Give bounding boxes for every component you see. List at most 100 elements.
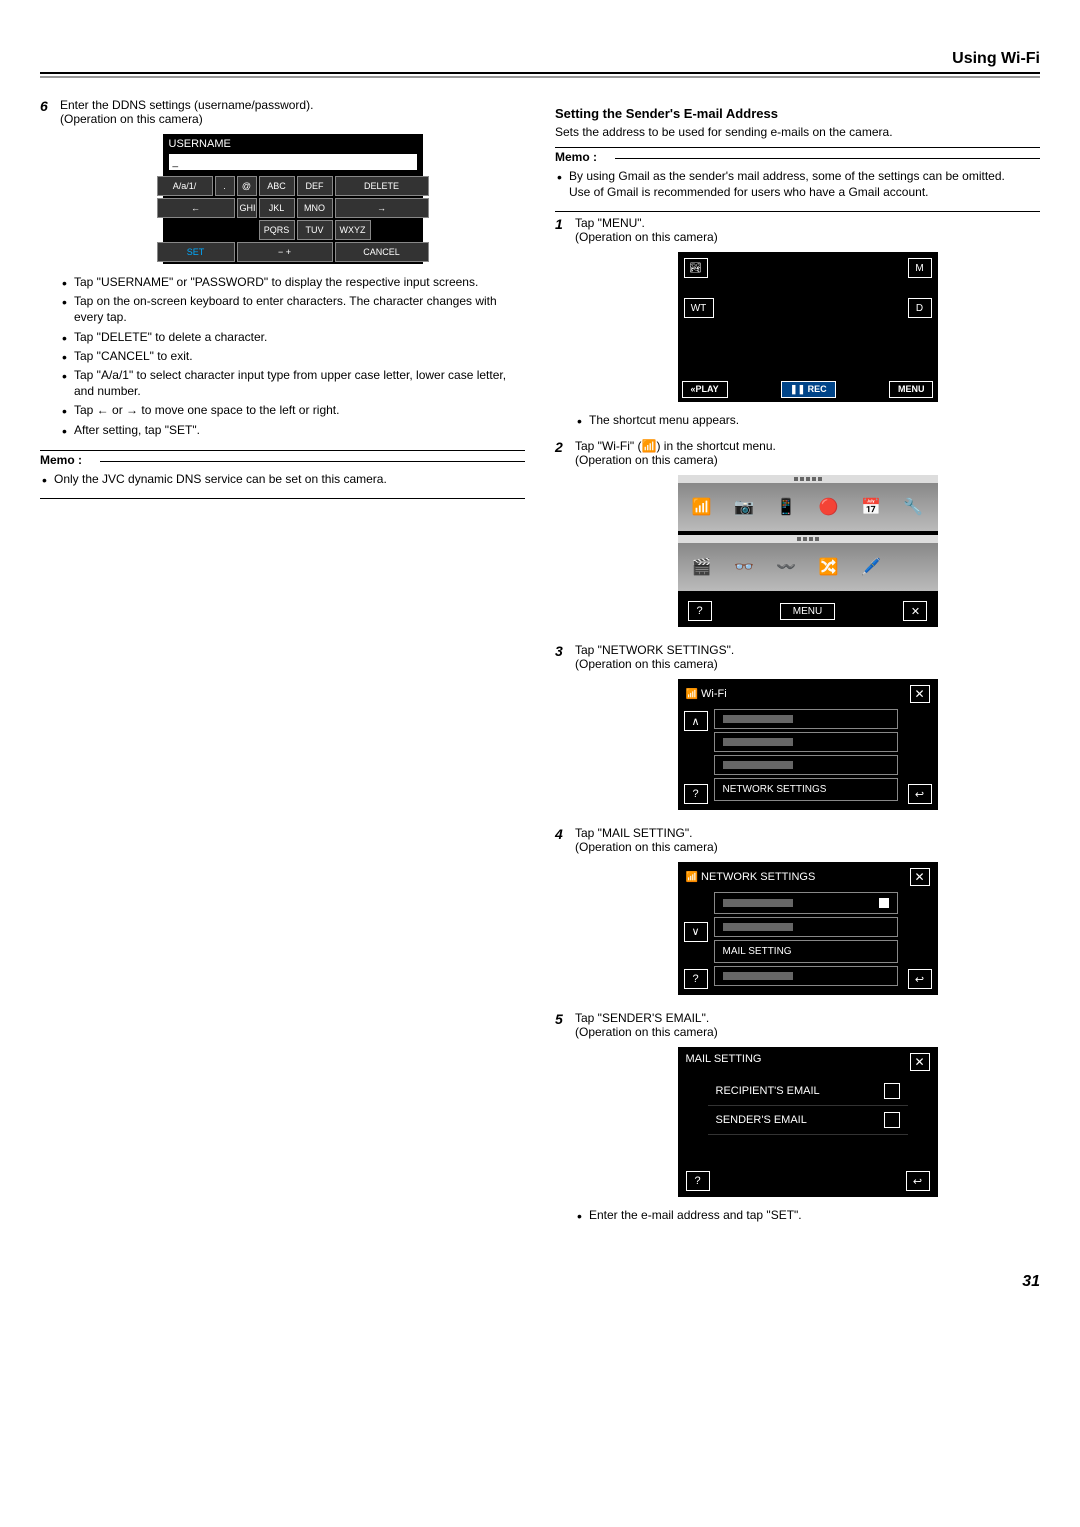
wifi-icon [686, 871, 698, 883]
step-subtext: (Operation on this camera) [575, 453, 1040, 467]
shortcut-icon[interactable]: 📷 [724, 487, 764, 527]
list-item[interactable] [714, 917, 898, 937]
wt-button[interactable]: WT [684, 298, 714, 318]
bullet-item: Tap "CANCEL" to exit. [74, 348, 525, 364]
shortcut-icon[interactable]: 📱 [766, 487, 806, 527]
play-button[interactable]: «PLAY [682, 381, 728, 398]
mail-setting-item[interactable]: MAIL SETTING [714, 940, 898, 963]
network-settings-item[interactable]: NETWORK SETTINGS [714, 778, 898, 801]
back-icon[interactable]: ↩ [906, 1171, 930, 1191]
kb-sym-button[interactable]: − + [237, 242, 333, 262]
step-text: Tap "NETWORK SETTINGS". [575, 643, 1040, 657]
list-item[interactable] [714, 966, 898, 986]
bullet-item: Enter the e-mail address and tap "SET". [589, 1207, 1040, 1223]
bullet-item: Tap "DELETE" to delete a character. [74, 329, 525, 345]
memo-heading: Memo : [555, 147, 1040, 164]
close-icon[interactable]: ✕ [910, 868, 930, 886]
close-icon[interactable]: ✕ [910, 685, 930, 703]
camera-main-screen: 🏞 M WT D «PLAY ❚❚ REC MENU [678, 252, 938, 402]
step-number: 3 [555, 643, 575, 820]
shortcut-icon[interactable]: 🔧 [893, 487, 933, 527]
back-icon[interactable]: ↩ [908, 784, 932, 804]
close-icon[interactable]: ✕ [903, 601, 927, 621]
kb-mode-button[interactable]: A/a/1/ [157, 176, 213, 196]
network-settings-screen: NETWORK SETTINGS ✕ ∨ ? MAIL SETTING [678, 862, 938, 995]
down-icon[interactable]: ∨ [684, 922, 708, 942]
bullet-item: Tap on the on-screen keyboard to enter c… [74, 293, 525, 325]
keyboard-title: USERNAME [163, 134, 423, 152]
step-number: 1 [555, 216, 575, 432]
kb-pqrs-button[interactable]: PQRS [259, 220, 295, 240]
step-subtext: (Operation on this camera) [575, 1025, 1040, 1039]
step-text: Tap "MENU". [575, 216, 1040, 230]
step-subtext: (Operation on this camera) [60, 112, 525, 126]
bullet-item: Tap ← or → to move one space to the left… [74, 402, 525, 418]
list-item[interactable] [714, 892, 898, 914]
memo-bullet: Only the JVC dynamic DNS service can be … [54, 471, 525, 487]
kb-abc-button[interactable]: ABC [259, 176, 295, 196]
kb-at-button[interactable]: @ [237, 176, 257, 196]
kb-jkl-button[interactable]: JKL [259, 198, 295, 218]
kb-tuv-button[interactable]: TUV [297, 220, 333, 240]
step-number: 4 [555, 826, 575, 1005]
memo-heading: Memo : [40, 450, 525, 467]
kb-delete-button[interactable]: DELETE [335, 176, 429, 196]
shortcut-icon[interactable]: 🎬 [682, 547, 722, 587]
kb-cancel-button[interactable]: CANCEL [335, 242, 429, 262]
page-number: 31 [40, 1273, 1040, 1291]
step-text: Tap "SENDER'S EMAIL". [575, 1011, 1040, 1025]
step-subtext: (Operation on this camera) [575, 840, 1040, 854]
wifi-icon [686, 688, 698, 700]
photo-icon[interactable]: 🏞 [684, 258, 708, 278]
page-header: Using Wi-Fi [40, 50, 1040, 74]
shortcut-icon[interactable]: 🔴 [809, 487, 849, 527]
up-icon[interactable]: ∧ [684, 711, 708, 731]
section-title: Setting the Sender's E-mail Address [555, 106, 1040, 121]
list-item[interactable] [714, 755, 898, 775]
right-column: Setting the Sender's E-mail Address Sets… [555, 98, 1040, 1233]
section-subtitle: Sets the address to be used for sending … [555, 125, 1040, 139]
mail-setting-screen: MAIL SETTING ✕ RECIPIENT'S EMAIL SENDER'… [678, 1047, 938, 1197]
help-icon[interactable]: ? [688, 601, 712, 621]
kb-set-button[interactable]: SET [157, 242, 235, 262]
kb-left-button[interactable]: ← [157, 198, 235, 218]
kb-dot-button[interactable]: . [215, 176, 235, 196]
kb-mno-button[interactable]: MNO [297, 198, 333, 218]
bullet-item: Tap "A/a/1" to select character input ty… [74, 367, 525, 399]
step-subtext: (Operation on this camera) [575, 230, 1040, 244]
shortcut-icon[interactable]: 👓 [724, 547, 764, 587]
kb-def-button[interactable]: DEF [297, 176, 333, 196]
d-button[interactable]: D [908, 298, 932, 318]
header-underline [40, 76, 1040, 78]
bullet-item: Tap "USERNAME" or "PASSWORD" to display … [74, 274, 525, 290]
shortcut-icon[interactable]: 🔀 [809, 547, 849, 587]
kb-wxyz-button[interactable]: WXYZ [335, 220, 371, 240]
close-icon[interactable]: ✕ [910, 1053, 930, 1071]
kb-ghi-button[interactable]: GHI [237, 198, 257, 218]
help-icon[interactable]: ? [684, 969, 708, 989]
sender-email-item[interactable]: SENDER'S EMAIL [708, 1106, 908, 1135]
shortcut-menu-screen: 📶 📷 📱 🔴 📅 🔧 🎬 👓 〰️ 🔀 🖊️ [678, 475, 938, 628]
kb-right-button[interactable]: → [335, 198, 429, 218]
bullet-item: After setting, tap "SET". [74, 422, 525, 438]
step-text: Tap "Wi-Fi" (📶) in the shortcut menu. [575, 439, 1040, 453]
shortcut-icon[interactable]: 〰️ [766, 547, 806, 587]
rec-button[interactable]: ❚❚ REC [781, 381, 836, 398]
m-button[interactable]: M [908, 258, 932, 278]
back-icon[interactable]: ↩ [908, 969, 932, 989]
shortcut-icon[interactable]: 📅 [851, 487, 891, 527]
step-text: Enter the DDNS settings (username/passwo… [60, 98, 525, 112]
help-icon[interactable]: ? [684, 784, 708, 804]
keyboard-input[interactable]: _ [169, 154, 417, 170]
memo-bullet: By using Gmail as the sender's mail addr… [569, 168, 1040, 200]
left-column: 6 Enter the DDNS settings (username/pass… [40, 98, 525, 1233]
menu-button[interactable]: MENU [780, 603, 835, 620]
menu-button[interactable]: MENU [889, 381, 934, 398]
shortcut-icon[interactable]: 🖊️ [851, 547, 891, 587]
step-text: Tap "MAIL SETTING". [575, 826, 1040, 840]
list-item[interactable] [714, 732, 898, 752]
help-icon[interactable]: ? [686, 1171, 710, 1191]
recipient-email-item[interactable]: RECIPIENT'S EMAIL [708, 1077, 908, 1106]
list-item[interactable] [714, 709, 898, 729]
wifi-icon[interactable]: 📶 [682, 487, 722, 527]
